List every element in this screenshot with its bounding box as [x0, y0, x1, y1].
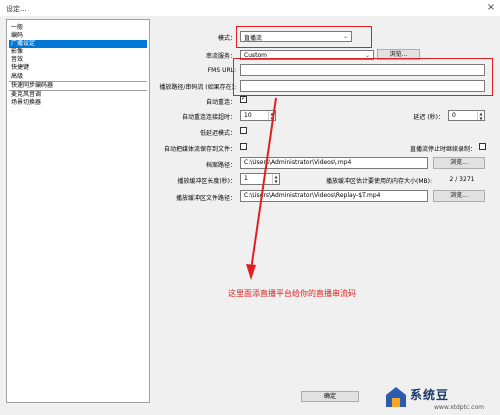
- brand-logo-icon: [386, 387, 406, 407]
- watermark-url: www.xtdptc.com: [434, 404, 484, 411]
- annotation-text: 这里面添直播平台给你的直播串流码: [228, 289, 356, 298]
- annotation-arrow: [246, 97, 277, 280]
- annotation-arrow-line: [250, 97, 277, 271]
- watermark-brand: 系统豆: [410, 388, 450, 402]
- ok-button[interactable]: 确定: [301, 391, 359, 402]
- annotation-arrowhead-icon: [246, 264, 256, 280]
